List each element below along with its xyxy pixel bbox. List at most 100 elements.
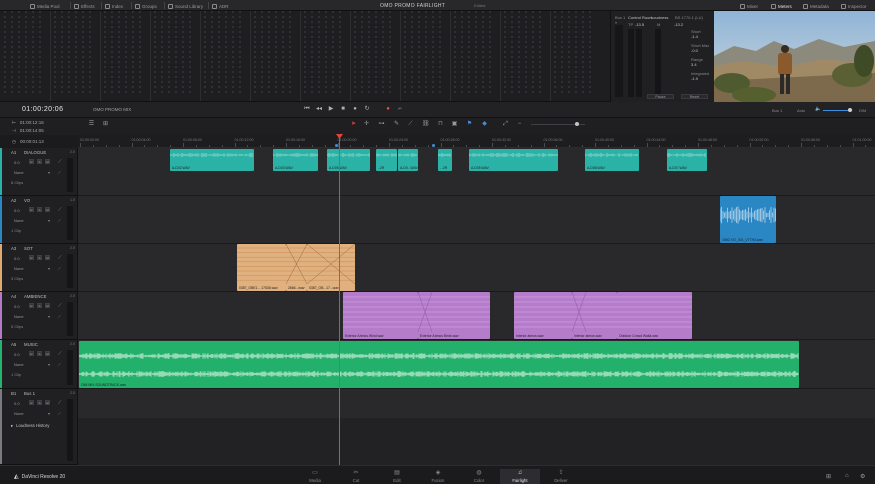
pencil-tool-icon[interactable]: ✎ bbox=[393, 121, 400, 128]
track-name[interactable]: AMBIENCE bbox=[24, 294, 46, 299]
record-arm-button[interactable]: R bbox=[29, 159, 34, 164]
adr-button[interactable]: ADR bbox=[212, 2, 229, 10]
track-fx-icon[interactable]: ⟋ bbox=[58, 218, 61, 223]
track-fx-icon[interactable]: ⟋ bbox=[58, 170, 61, 175]
solo-button[interactable]: S bbox=[37, 303, 42, 308]
image-icon[interactable]: ▣ bbox=[451, 121, 458, 128]
track-input[interactable]: None bbox=[14, 314, 24, 319]
record-arm-icon[interactable]: ● bbox=[385, 106, 391, 113]
timeline-marker[interactable] bbox=[432, 144, 435, 147]
pointer-tool-icon[interactable]: ➤ bbox=[350, 121, 357, 128]
sound-library-button[interactable]: Sound Library bbox=[168, 2, 203, 10]
track-fx-icon[interactable]: ⟋ bbox=[58, 362, 61, 367]
mixer-button[interactable]: Mixer bbox=[740, 2, 758, 10]
dialogue-clip[interactable]: ..2R bbox=[376, 149, 397, 171]
sot-clip[interactable]: 2666...wav bbox=[286, 244, 307, 291]
input-chevron-icon[interactable]: ▾ bbox=[48, 218, 50, 223]
track-pan-icon[interactable]: ⟋ bbox=[58, 351, 62, 357]
dialogue-clip[interactable]: ...2R bbox=[438, 149, 452, 171]
input-chevron-icon[interactable]: ▾ bbox=[48, 314, 50, 319]
snap-icon[interactable]: ⊓ bbox=[437, 121, 444, 128]
mute-button[interactable]: M bbox=[45, 255, 50, 260]
inspector-button[interactable]: Inspector bbox=[841, 2, 867, 10]
stop-icon[interactable]: ■ bbox=[340, 106, 346, 113]
solo-button[interactable]: S bbox=[37, 207, 42, 212]
record-arm-button[interactable]: R bbox=[29, 255, 34, 260]
input-chevron-icon[interactable]: ▾ bbox=[48, 170, 50, 175]
record-arm-button[interactable]: R bbox=[29, 351, 34, 356]
track-fx-icon[interactable]: ⟋ bbox=[58, 314, 61, 319]
track-input[interactable]: None bbox=[14, 170, 24, 175]
metadata-button[interactable]: Metadata bbox=[803, 2, 829, 10]
dialogue-clip[interactable]: A-D02.WAV bbox=[170, 149, 254, 171]
track-view-icon[interactable]: ☰ bbox=[88, 121, 95, 128]
record-icon[interactable]: ● bbox=[352, 106, 358, 113]
groups-button[interactable]: Groups bbox=[135, 2, 157, 10]
record-arm-button[interactable]: R bbox=[29, 303, 34, 308]
page-tab-fusion[interactable]: ◈ Fusion bbox=[418, 469, 458, 484]
vo-clip[interactable]: OMO VO_001_V7TH3.wav bbox=[720, 196, 776, 243]
rewind-to-start-icon[interactable]: ⏮ bbox=[304, 106, 310, 113]
input-chevron-icon[interactable]: ▾ bbox=[48, 266, 50, 271]
page-tab-deliver[interactable]: ⇪ Deliver bbox=[541, 469, 581, 484]
ambience-clip[interactable]: Exterior Ahmos Birds.wav bbox=[418, 292, 490, 339]
track-header-vo[interactable]: A2 VO 1.0 0.0 R S M ⟋ None ▾ ⟋ 1 Clip bbox=[0, 196, 78, 244]
mute-button[interactable]: M bbox=[45, 207, 50, 212]
dialogue-clip[interactable]: A-D0...WAV bbox=[398, 149, 418, 171]
speaker-icon[interactable]: 🔈 bbox=[815, 106, 821, 113]
marker-icon[interactable]: ◆ bbox=[481, 121, 488, 128]
meters-button[interactable]: Meters bbox=[771, 2, 792, 10]
mute-button[interactable]: M bbox=[45, 303, 50, 308]
timeline-ruler[interactable]: 01:00:00:00 01:00:04:00 01:00:08:00 01:00:1… bbox=[78, 135, 875, 148]
track-header-sot[interactable]: A3 SOT 2.0 0.0 R S M ⟋ None ▾ ⟋ 3 Clips bbox=[0, 244, 78, 292]
bus-output[interactable]: Bus 1 bbox=[772, 108, 782, 113]
track-pan-icon[interactable]: ⟋ bbox=[58, 159, 62, 165]
track-pan-icon[interactable]: ⟋ bbox=[58, 400, 62, 406]
track-fx-icon[interactable]: ⟋ bbox=[58, 411, 61, 416]
loudness-history-toggle[interactable]: ▸ Loudness History bbox=[11, 423, 49, 429]
track-name[interactable]: VO bbox=[24, 198, 30, 203]
timeline-marker[interactable] bbox=[335, 144, 338, 147]
track-name[interactable]: MUSIC bbox=[24, 342, 38, 347]
home-icon[interactable]: ⌂ bbox=[845, 473, 849, 479]
zoom-out-icon[interactable]: − bbox=[516, 121, 523, 128]
track-input[interactable]: None bbox=[14, 362, 24, 367]
range-tool-icon[interactable]: ✛ bbox=[363, 121, 370, 128]
page-tab-edit[interactable]: ▤ Edit bbox=[377, 469, 417, 484]
sot-clip[interactable]: 0387_OB...17...wav bbox=[307, 244, 355, 291]
track-volume[interactable]: 0.0 bbox=[14, 208, 20, 213]
link-icon[interactable]: ⛓ bbox=[422, 121, 430, 128]
track-input[interactable]: None bbox=[14, 218, 24, 223]
project-manager-icon[interactable]: ⊞ bbox=[826, 473, 831, 480]
razor-tool-icon[interactable]: ⟋ bbox=[407, 121, 414, 128]
record-arm-button[interactable]: R bbox=[29, 400, 34, 405]
dialogue-clip[interactable]: A-D03.WAV bbox=[273, 149, 318, 171]
input-chevron-icon[interactable]: ▾ bbox=[48, 411, 50, 416]
ambience-clip[interactable]: Interior atmos.wav bbox=[514, 292, 572, 339]
track-volume[interactable]: 0.0 bbox=[14, 401, 20, 406]
settings-gear-icon[interactable]: ⚙ bbox=[860, 473, 865, 480]
play-icon[interactable]: ▶ bbox=[328, 106, 334, 113]
solo-button[interactable]: S bbox=[37, 255, 42, 260]
track-pan-icon[interactable]: ⟋ bbox=[58, 303, 62, 309]
dialogue-clip[interactable]: A-D05.WAV bbox=[327, 149, 370, 171]
record-arm-button[interactable]: R bbox=[29, 207, 34, 212]
zoom-fit-icon[interactable]: ⤢ bbox=[502, 121, 509, 128]
page-tab-color[interactable]: ◍ Color bbox=[459, 469, 499, 484]
dialogue-clip[interactable]: A-D07.WAV bbox=[667, 149, 707, 171]
index-button[interactable]: Index bbox=[105, 2, 123, 10]
track-header-music[interactable]: A5 MUSIC 2.0 0.0 R S M ⟋ None ▾ ⟋ 1 Clip bbox=[0, 340, 78, 389]
solo-button[interactable]: S bbox=[37, 159, 42, 164]
media-pool-button[interactable]: Media Pool bbox=[30, 2, 60, 10]
mute-button[interactable]: M bbox=[45, 351, 50, 356]
volume-knob[interactable] bbox=[848, 108, 852, 112]
page-tab-media[interactable]: ▭ Media bbox=[295, 469, 335, 484]
track-volume[interactable]: 0.0 bbox=[14, 256, 20, 261]
track-volume[interactable]: 0.0 bbox=[14, 352, 20, 357]
music-clip[interactable]: OMI MIX SOUNDTRACK.wav bbox=[79, 341, 799, 388]
pause-button[interactable]: Pause bbox=[647, 94, 674, 99]
track-fx-icon[interactable]: ⟋ bbox=[58, 266, 61, 271]
timeline-name[interactable]: OMO PROMO MIX bbox=[93, 107, 131, 112]
ambience-clip[interactable]: Exterior Ahmos Wind.wav bbox=[343, 292, 418, 339]
input-chevron-icon[interactable]: ▾ bbox=[48, 362, 50, 367]
